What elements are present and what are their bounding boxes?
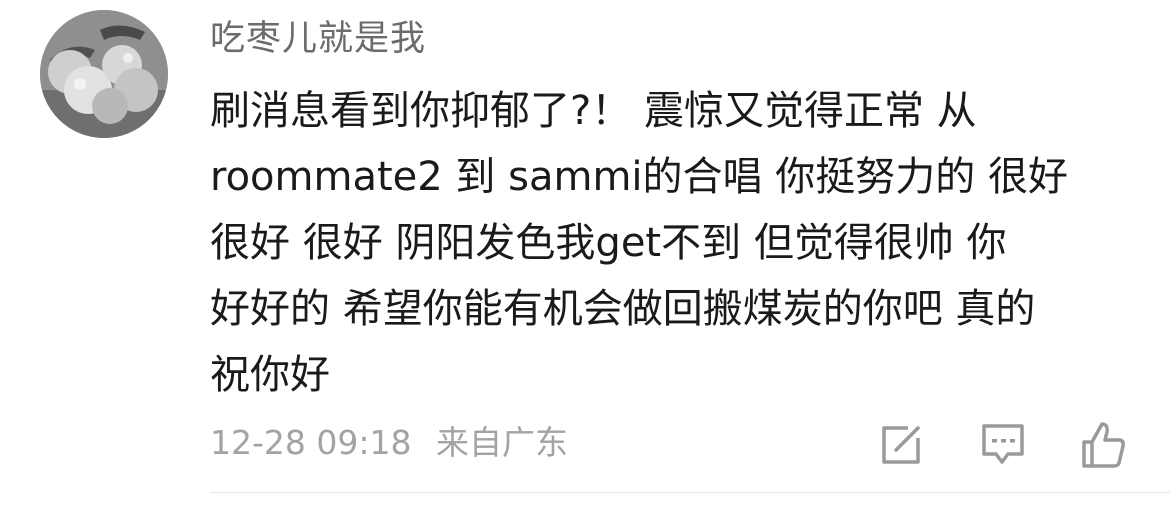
- thumbs-up-icon: [1082, 422, 1125, 468]
- comment-card: 吃枣儿就是我 刷消息看到你抑郁了?！ 震惊又觉得正常 从 roommate2 到…: [0, 0, 1170, 507]
- avatar-image: [40, 10, 168, 138]
- comment-bubble-icon: [982, 424, 1024, 464]
- location: 来自广东: [435, 423, 568, 462]
- comment-text: 刷消息看到你抑郁了?！ 震惊又觉得正常 从 roommate2 到 sammi的…: [210, 78, 1140, 408]
- comment-text-line: 祝你好: [210, 352, 330, 398]
- like-button[interactable]: [1078, 420, 1128, 470]
- comment-text-line: 很好 很好 阴阳发色我get不到 但觉得很帅 你: [210, 220, 1007, 266]
- divider: [210, 492, 1170, 493]
- edit-share-icon: [882, 426, 920, 464]
- username[interactable]: 吃枣儿就是我: [210, 14, 426, 64]
- avatar[interactable]: [40, 10, 168, 138]
- timestamp: 12-28 09:18: [210, 423, 412, 462]
- reply-button[interactable]: [978, 420, 1028, 470]
- share-button[interactable]: [876, 420, 926, 470]
- comment-text-line: 刷消息看到你抑郁了?！ 震惊又觉得正常 从: [210, 88, 977, 134]
- comment-text-line: roommate2 到 sammi的合唱 你挺努力的 很好: [210, 154, 1068, 200]
- comment-meta: 12-28 09:18 来自广东: [210, 418, 568, 468]
- comment-text-line: 好好的 希望你能有机会做回搬煤炭的你吧 真的: [210, 286, 1036, 332]
